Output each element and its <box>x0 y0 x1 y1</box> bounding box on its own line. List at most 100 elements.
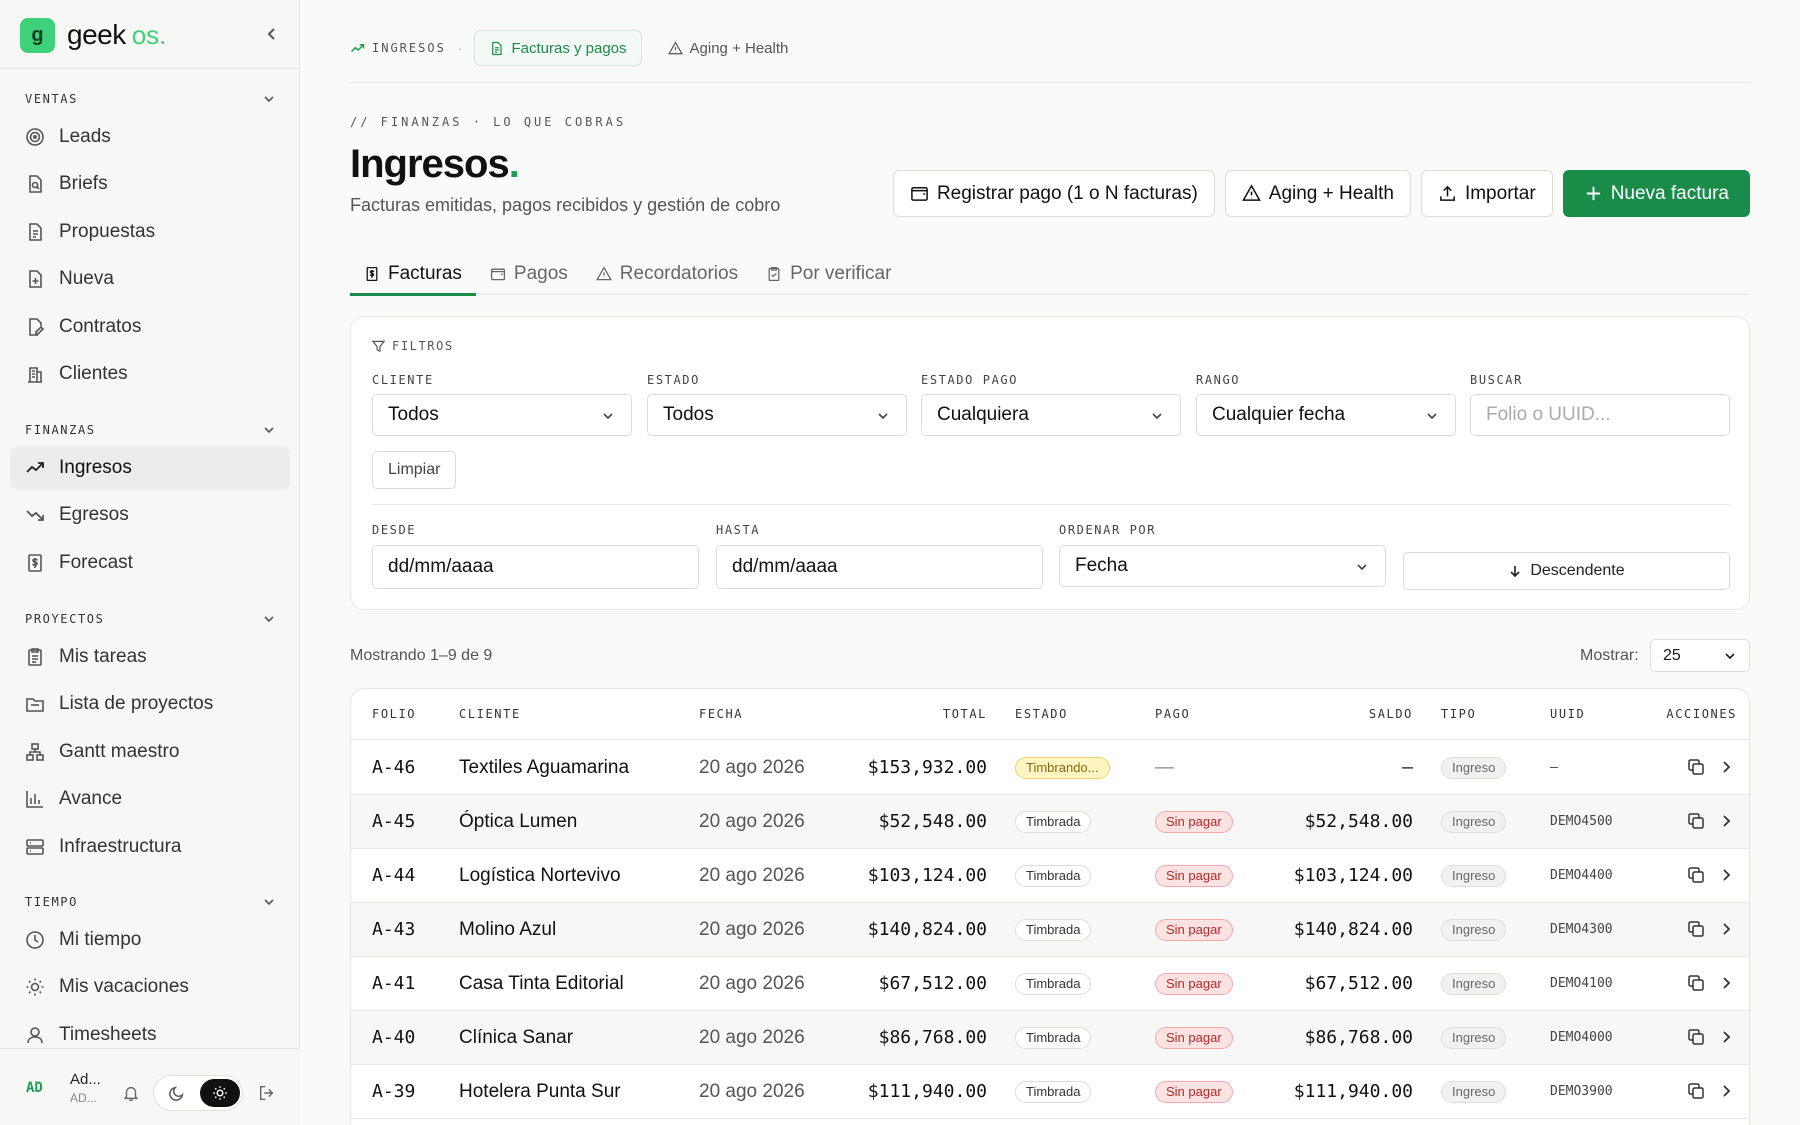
sidebar-item-clientes[interactable]: Clientes <box>10 352 290 396</box>
cell-uuid: DEMO3900 <box>1550 1084 1613 1099</box>
sidebar-item-forecast[interactable]: Forecast <box>10 541 290 585</box>
col-pago[interactable]: PAGO <box>1155 707 1190 721</box>
cell-folio[interactable]: A-46 <box>372 741 415 794</box>
nav-section-toggle[interactable]: VENTAS <box>0 87 300 111</box>
per-page-label: Mostrar: <box>1580 647 1639 664</box>
col-total[interactable]: TOTAL <box>943 707 987 721</box>
rango-select[interactable]: Cualquier fecha <box>1196 394 1456 436</box>
chevron-right-icon[interactable] <box>1717 866 1735 884</box>
sidebar-item-egresos[interactable]: Egresos <box>10 493 290 537</box>
estado-pago-select[interactable]: Cualquiera <box>921 394 1181 436</box>
tab-recordatorios[interactable]: Recordatorios <box>582 253 752 294</box>
sidebar-item-infraestructura[interactable]: Infraestructura <box>10 825 290 869</box>
chevron-right-icon[interactable] <box>1717 1028 1735 1046</box>
cell-estado: Timbrada <box>1015 1011 1092 1064</box>
sidebar-item-nueva[interactable]: Nueva <box>10 257 290 301</box>
sun-icon[interactable] <box>200 1079 240 1107</box>
register-payment-button[interactable]: Registrar pago (1 o N facturas) <box>892 170 1215 217</box>
sidebar-item-lista-de-proyectos[interactable]: Lista de proyectos <box>10 682 290 726</box>
sidebar-item-mis-vacaciones[interactable]: Mis vacaciones <box>10 965 290 1009</box>
col-tipo[interactable]: TIPO <box>1441 707 1476 721</box>
sidebar-item-mi-tiempo[interactable]: Mi tiempo <box>10 918 290 962</box>
table-row[interactable]: A-44 Logística Nortevivo 20 ago 2026 $10… <box>351 849 1749 903</box>
sort-direction-button[interactable]: Descendente <box>1403 552 1730 590</box>
copy-icon[interactable] <box>1687 866 1705 884</box>
copy-icon[interactable] <box>1687 758 1705 776</box>
table-row[interactable]: A-46 Textiles Aguamarina 20 ago 2026 $15… <box>351 741 1749 795</box>
col-uuid[interactable]: UUID <box>1550 707 1585 721</box>
collapse-sidebar-chevron-left-icon[interactable] <box>262 24 282 44</box>
chevron-right-icon[interactable] <box>1717 812 1735 830</box>
cell-folio[interactable]: A-41 <box>372 957 415 1010</box>
cell-pago: Sin pagar <box>1155 903 1233 956</box>
table-row[interactable]: A-41 Casa Tinta Editorial 20 ago 2026 $6… <box>351 957 1749 1011</box>
sidebar-item-gantt-maestro[interactable]: Gantt maestro <box>10 730 290 774</box>
col-folio[interactable]: FOLIO <box>372 707 416 721</box>
cliente-select[interactable]: Todos <box>372 394 632 436</box>
chevron-down-icon <box>264 96 274 103</box>
sidebar-item-ingresos[interactable]: Ingresos <box>10 445 290 490</box>
col-cliente[interactable]: CLIENTE <box>459 707 521 721</box>
col-estado[interactable]: ESTADO <box>1015 707 1068 721</box>
chevron-down-icon <box>1152 413 1162 420</box>
aging-health-button[interactable]: Aging + Health <box>1224 170 1411 217</box>
nav-section-title: FINANZAS <box>25 423 96 437</box>
chevron-right-icon[interactable] <box>1717 974 1735 992</box>
moon-icon[interactable] <box>168 1084 186 1102</box>
theme-toggle[interactable] <box>153 1075 243 1111</box>
new-invoice-button[interactable]: Nueva factura <box>1562 170 1750 217</box>
search-input[interactable]: Folio o UUID... <box>1470 394 1730 436</box>
hasta-date-input[interactable]: dd/mm/aaaa <box>716 545 1043 589</box>
sidebar-item-mis-tareas[interactable]: Mis tareas <box>10 635 290 679</box>
plus-icon <box>1586 186 1600 201</box>
copy-icon[interactable] <box>1687 1028 1705 1046</box>
import-button[interactable]: Importar <box>1420 170 1553 217</box>
bell-icon[interactable] <box>122 1084 140 1102</box>
cell-folio[interactable]: A-44 <box>372 849 415 902</box>
desde-date-input[interactable]: dd/mm/aaaa <box>372 545 699 589</box>
clear-filters-button[interactable]: Limpiar <box>372 451 457 489</box>
cell-tipo: Ingreso <box>1441 1011 1507 1064</box>
cell-folio[interactable]: A-40 <box>372 1011 415 1064</box>
tab-por-verificar[interactable]: Por verificar <box>752 253 905 294</box>
sidebar-item-avance[interactable]: Avance <box>10 777 290 821</box>
col-fecha[interactable]: FECHA <box>699 707 743 721</box>
brand[interactable]: g geek os. <box>20 16 166 54</box>
per-page-select[interactable]: 25 <box>1650 639 1750 672</box>
chevron-right-icon[interactable] <box>1717 758 1735 776</box>
cell-folio[interactable]: A-39 <box>372 1065 415 1118</box>
sidebar-item-contratos[interactable]: Contratos <box>10 305 290 349</box>
tab-facturas[interactable]: Facturas <box>350 253 476 296</box>
cell-estado: Timbrando... <box>1015 741 1110 794</box>
date-value: dd/mm/aaaa <box>732 556 838 577</box>
table-row[interactable]: A-45 Óptica Lumen 20 ago 2026 $52,548.00… <box>351 795 1749 849</box>
nav-section-toggle[interactable]: TIEMPO <box>0 890 300 914</box>
type-badge: Ingreso <box>1441 810 1507 833</box>
col-saldo[interactable]: SALDO <box>1369 707 1413 721</box>
breadcrumb-facturas-y-pagos[interactable]: Facturas y pagos <box>474 30 642 66</box>
brand-name: geek <box>67 19 126 50</box>
logout-icon[interactable] <box>258 1084 276 1102</box>
breadcrumb-root[interactable]: INGRESOS <box>350 41 446 56</box>
cell-folio[interactable]: A-45 <box>372 795 415 848</box>
sidebar-item-propuestas[interactable]: Propuestas <box>10 210 290 254</box>
tab-pagos[interactable]: Pagos <box>476 253 582 294</box>
sidebar-item-leads[interactable]: Leads <box>10 115 290 159</box>
cell-folio[interactable]: A-43 <box>372 903 415 956</box>
sidebar-item-briefs[interactable]: Briefs <box>10 162 290 206</box>
nav-section-toggle[interactable]: PROYECTOS <box>0 607 300 631</box>
table-row[interactable]: A-43 Molino Azul 20 ago 2026 $140,824.00… <box>351 903 1749 957</box>
avatar[interactable]: AD <box>26 1080 43 1096</box>
copy-icon[interactable] <box>1687 812 1705 830</box>
table-row[interactable]: A-40 Clínica Sanar 20 ago 2026 $86,768.0… <box>351 1011 1749 1065</box>
breadcrumb-aging-health[interactable]: Aging + Health <box>654 30 803 66</box>
copy-icon[interactable] <box>1687 1082 1705 1100</box>
table-row[interactable]: A-39 Hotelera Punta Sur 20 ago 2026 $111… <box>351 1065 1749 1119</box>
chevron-right-icon[interactable] <box>1717 920 1735 938</box>
copy-icon[interactable] <box>1687 920 1705 938</box>
ordenar-select[interactable]: Fecha <box>1059 545 1386 587</box>
nav-section-toggle[interactable]: FINANZAS <box>0 418 300 442</box>
chevron-right-icon[interactable] <box>1717 1082 1735 1100</box>
copy-icon[interactable] <box>1687 974 1705 992</box>
estado-select[interactable]: Todos <box>647 394 907 436</box>
